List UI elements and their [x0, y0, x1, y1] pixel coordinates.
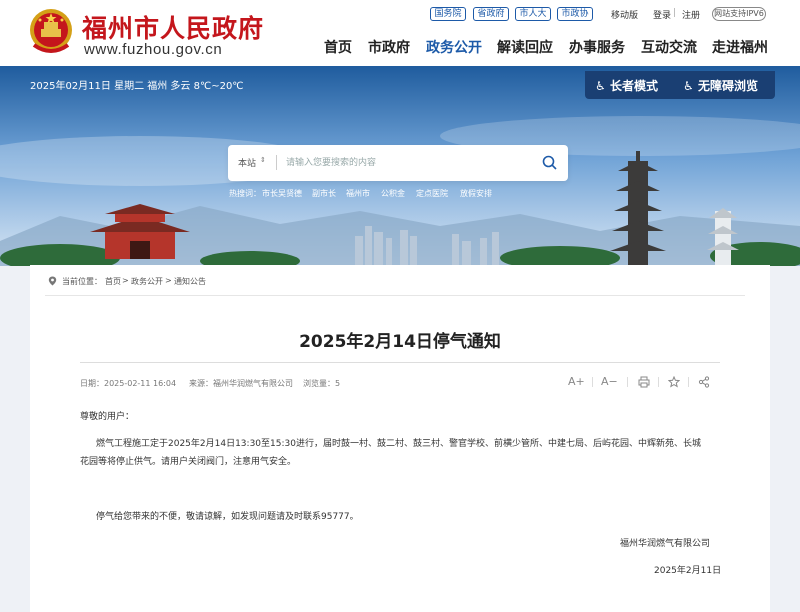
hot-word[interactable]: 定点医院: [416, 188, 448, 199]
nav-interpretation[interactable]: 解读回应: [497, 37, 553, 57]
accessibility-bar: ♿ 长者模式 ♿ 无障碍浏览: [585, 71, 775, 99]
register-link[interactable]: 注册: [682, 8, 700, 21]
hot-word[interactable]: 市长吴贤德: [262, 188, 302, 199]
hot-word[interactable]: 公积金: [381, 188, 405, 199]
nav-about-fuzhou[interactable]: 走进福州: [712, 37, 768, 57]
breadcrumb-government-affairs[interactable]: 政务公开: [131, 276, 163, 287]
greeting: 尊敬的用户：: [80, 412, 135, 422]
breadcrumb-home[interactable]: 首页: [105, 276, 121, 287]
font-larger-button[interactable]: A+: [568, 375, 585, 388]
nav-city-government[interactable]: 市政府: [368, 37, 410, 57]
divider: [592, 377, 593, 387]
banner: 2025年02月11日 星期二 福州 多云 8℃~20℃ ♿ 长者模式 ♿ 无障碍浏…: [0, 66, 800, 266]
elder-mode-label: 长者模式: [610, 79, 659, 93]
search-scope-select[interactable]: 本站: [238, 156, 256, 169]
signature-date: 2025年2月11日: [654, 566, 722, 576]
divider: [80, 362, 720, 363]
divider: [276, 155, 277, 170]
search-input[interactable]: [286, 154, 526, 172]
share-icon[interactable]: [698, 376, 710, 388]
font-smaller-button[interactable]: A−: [601, 375, 618, 388]
print-icon[interactable]: [638, 376, 650, 388]
divider: [45, 295, 745, 296]
search-icon[interactable]: [540, 153, 560, 173]
divider: [627, 377, 628, 387]
scope-chevron-icon[interactable]: ⇕: [260, 156, 266, 164]
accessible-label: 无障碍浏览: [698, 79, 759, 93]
hot-word[interactable]: 放假安排: [460, 188, 492, 199]
hot-word[interactable]: 副市长: [312, 188, 336, 199]
breadcrumb-notices[interactable]: 通知公告: [174, 276, 206, 287]
location-pin-icon: [48, 276, 57, 286]
accessible-browse-button[interactable]: ♿ 无障碍浏览: [683, 77, 758, 94]
date-weather: 2025年02月11日 星期二 福州 多云 8℃~20℃: [30, 81, 244, 92]
hot-search-label: 热搜词：: [229, 189, 261, 198]
article-panel: 当前位置： 首页 > 政务公开 > 通知公告 2025年2月14日停气通知 日期…: [30, 265, 770, 612]
wheelchair-icon: ♿: [683, 79, 694, 93]
article-views: 浏览量：5: [303, 379, 341, 388]
link-peoples-congress[interactable]: 市人大: [515, 7, 551, 21]
link-cppcc[interactable]: 市政协: [557, 7, 593, 21]
mobile-version-link[interactable]: 移动版: [611, 8, 638, 21]
ipv6-badge: 网站支持IPV6: [712, 7, 766, 21]
breadcrumb-label: 当前位置：: [62, 277, 102, 286]
link-state-council[interactable]: 国务院: [430, 7, 466, 21]
hot-search: 热搜词：: [229, 188, 261, 199]
article-source: 来源：福州华润燃气有限公司: [189, 379, 293, 388]
login-link[interactable]: 登录: [653, 8, 671, 21]
divider: [658, 377, 659, 387]
body-paragraph-line: 花园等将停止供气。请用户关闭阀门，注意用气安全。: [80, 457, 297, 467]
article-title: 2025年2月14日停气通知: [299, 332, 501, 352]
nav-home[interactable]: 首页: [324, 37, 352, 57]
divider: [688, 377, 689, 387]
hot-word[interactable]: 福州市: [346, 188, 370, 199]
nav-interaction[interactable]: 互动交流: [641, 37, 697, 57]
elder-mode-button[interactable]: ♿ 长者模式: [595, 77, 658, 94]
search-box: 本站 ⇕: [228, 145, 568, 181]
elder-icon: ♿: [595, 79, 606, 93]
body-paragraph: 停气给您带来的不便，敬请谅解，如发现问题请及时联系95777。: [96, 512, 359, 522]
signature: 福州华润燃气有限公司: [620, 539, 711, 549]
body-paragraph-line: 燃气工程施工定于2025年2月14日13:30至15:30进行，届时鼓一村、鼓二…: [96, 439, 701, 449]
main-nav: 首页 市政府 政务公开 解读回应 办事服务 互动交流 走进福州: [0, 37, 800, 59]
favorite-star-icon[interactable]: [668, 376, 680, 388]
site-header: 福州市人民政府 www.fuzhou.gov.cn 国务院 省政府 市人大 市政…: [0, 0, 800, 66]
link-provincial-gov[interactable]: 省政府: [473, 7, 509, 21]
nav-services[interactable]: 办事服务: [569, 37, 625, 57]
nav-government-affairs[interactable]: 政务公开: [426, 37, 482, 57]
separator: |: [673, 8, 677, 18]
breadcrumb-separator: >: [122, 276, 129, 285]
breadcrumb-separator: >: [165, 276, 172, 285]
article-date: 日期：2025-02-11 16:04: [80, 379, 177, 388]
top-links: 国务院 省政府 市人大 市政协 移动版 登录 | 注册 网站支持IPV6: [0, 7, 800, 21]
